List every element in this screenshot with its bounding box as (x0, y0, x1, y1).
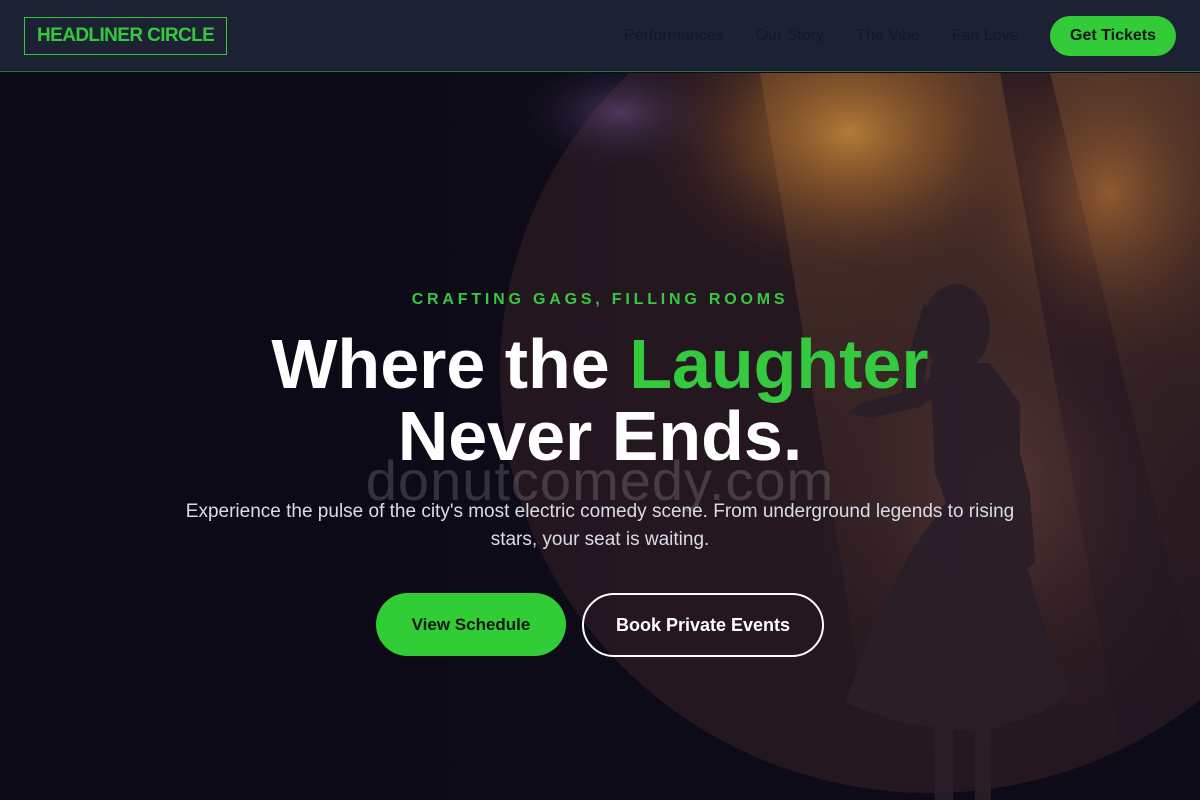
nav-link-our-story[interactable]: Our Story (756, 27, 824, 45)
nav-link-fan-love[interactable]: Fan Love (952, 27, 1019, 45)
view-schedule-button[interactable]: View Schedule (376, 593, 566, 656)
site-header: HEADLINER CIRCLE Performances Our Story … (0, 0, 1200, 72)
brand-logo[interactable]: HEADLINER CIRCLE (24, 17, 228, 55)
main-nav: Performances Our Story The Vibe Fan Love (624, 0, 1051, 72)
book-private-events-button[interactable]: Book Private Events (582, 593, 824, 657)
headline-accent: Laughter (629, 325, 929, 403)
headline-text: Where the (271, 325, 630, 403)
hero-subtitle: Experience the pulse of the city's most … (185, 501, 1015, 550)
hero-eyebrow: CRAFTING GAGS, FILLING ROOMS (411, 291, 789, 308)
nav-link-performances[interactable]: Performances (624, 27, 724, 45)
nav-link-the-vibe[interactable]: The Vibe (856, 27, 920, 45)
get-tickets-button[interactable]: Get Tickets (1050, 16, 1176, 56)
